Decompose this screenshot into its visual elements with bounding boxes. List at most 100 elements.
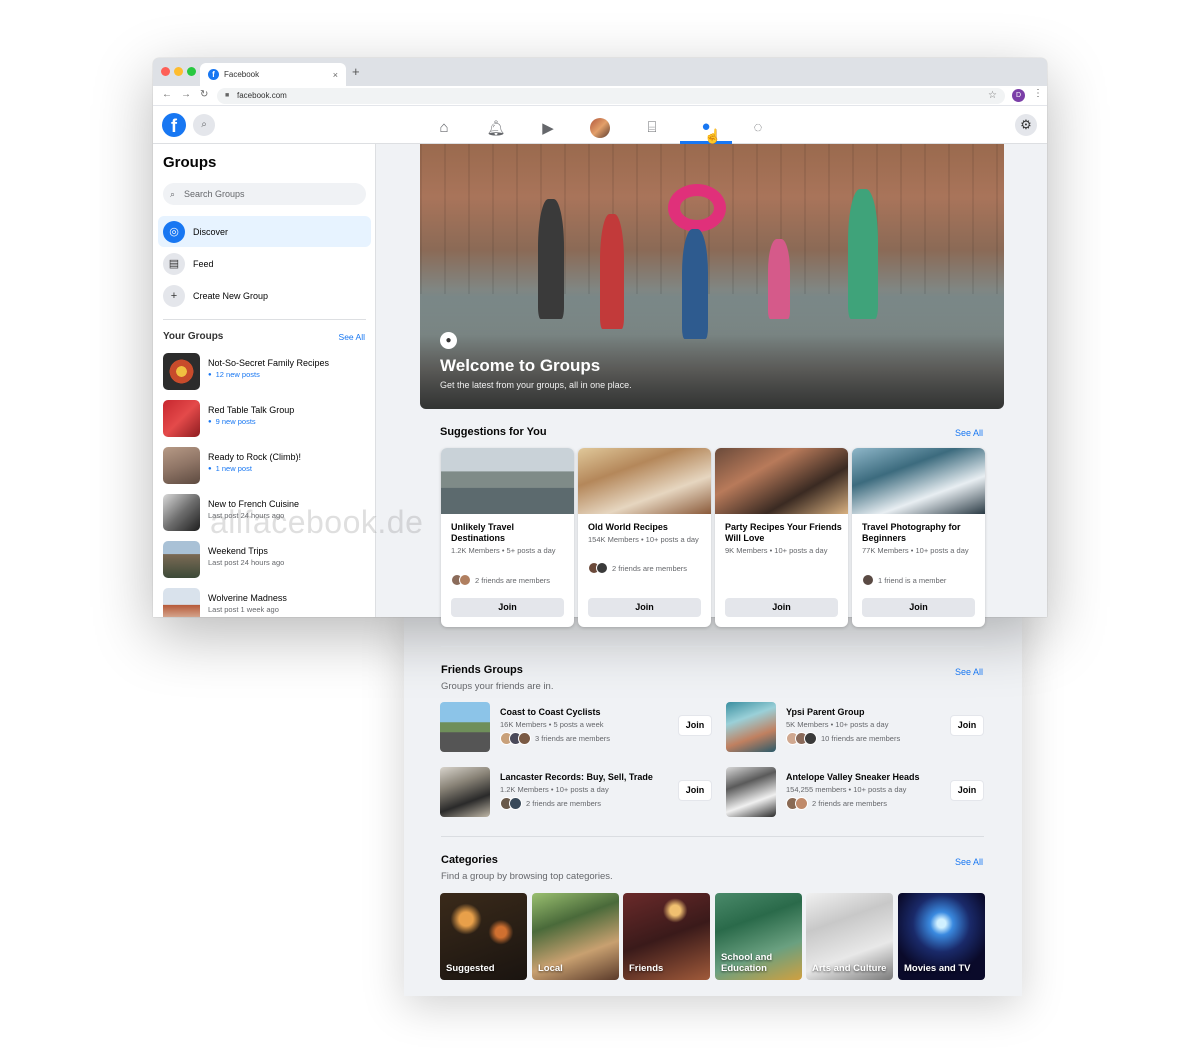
group-name: Wolverine Madness: [208, 593, 287, 603]
friends-group-item[interactable]: Antelope Valley Sneaker Heads 154,255 me…: [726, 767, 984, 817]
group-meta: 154,255 members • 10+ posts a day: [786, 785, 907, 794]
feed-icon: ▤: [163, 252, 185, 275]
hero-pool-float: [668, 184, 726, 232]
group-meta: 16K Members • 5 posts a week: [500, 720, 604, 729]
watermark-text: allfacebook.de: [210, 504, 424, 540]
your-group-item[interactable]: Red Table Talk Group 9 new posts: [163, 400, 373, 438]
back-icon[interactable]: ←: [162, 89, 172, 100]
category-suggested[interactable]: Suggested: [440, 893, 527, 980]
card-image: [578, 448, 711, 514]
your-group-item[interactable]: Ready to Rock (Climb)! 1 new post: [163, 447, 373, 485]
minimize-window-button[interactable]: [174, 67, 183, 76]
group-name: Lancaster Records: Buy, Sell, Trade: [500, 772, 653, 782]
friend-avatar: [596, 562, 608, 574]
group-meta: Last post 24 hours ago: [208, 558, 285, 567]
your-group-item[interactable]: Wolverine Madness Last post 1 week ago: [163, 588, 373, 617]
join-button[interactable]: Join: [678, 715, 712, 736]
hero-person: [848, 189, 878, 319]
group-name: Ready to Rock (Climb)!: [208, 452, 302, 462]
group-friends-text: 10 friends are members: [821, 734, 901, 743]
settings-gear-icon[interactable]: ⚙: [1015, 114, 1037, 136]
suggestion-card[interactable]: Old World Recipes 154K Members • 10+ pos…: [578, 448, 711, 627]
maximize-window-button[interactable]: [187, 67, 196, 76]
group-meta: 1 new post: [208, 464, 252, 473]
join-button[interactable]: Join: [725, 598, 838, 617]
friend-avatar: [509, 797, 522, 810]
join-button[interactable]: Join: [950, 715, 984, 736]
category-label: School and Education: [721, 952, 773, 974]
hero-person: [538, 199, 564, 319]
groups-sidebar: Groups ⌕ Search Groups ◎ Discover ▤ Feed…: [153, 144, 376, 617]
home-icon[interactable]: ⌂: [418, 111, 470, 144]
category-label: Local: [538, 963, 563, 974]
group-name: Coast to Coast Cyclists: [500, 707, 601, 717]
card-image: [715, 448, 848, 514]
search-placeholder: Search Groups: [184, 189, 245, 199]
facebook-logo[interactable]: f: [162, 113, 186, 137]
screenshot-stage: f Facebook × + ← → ↻ ■ facebook.com ☆ D …: [0, 0, 1200, 1063]
group-friends-text: 2 friends are members: [526, 799, 602, 808]
new-tab-button[interactable]: +: [352, 64, 360, 79]
group-friends: 2 friends are members: [786, 797, 887, 810]
group-friends: 3 friends are members: [500, 732, 610, 745]
group-meta: 9 new posts: [208, 417, 256, 426]
marketplace-icon[interactable]: ⌸: [626, 111, 678, 144]
friends-group-item[interactable]: Lancaster Records: Buy, Sell, Trade 1.2K…: [440, 767, 712, 817]
category-arts-culture[interactable]: Arts and Culture: [806, 893, 893, 980]
group-name: Red Table Talk Group: [208, 405, 295, 415]
watch-icon[interactable]: ▶: [522, 111, 574, 144]
your-group-item[interactable]: Weekend Trips Last post 24 hours ago: [163, 541, 373, 579]
category-local[interactable]: Local: [532, 893, 619, 980]
friends-group-item[interactable]: Coast to Coast Cyclists 16K Members • 5 …: [440, 702, 712, 752]
bookmark-star-icon[interactable]: ☆: [988, 88, 997, 104]
profile-avatar-nav[interactable]: [574, 111, 626, 144]
forward-icon[interactable]: →: [181, 89, 191, 100]
category-school-education[interactable]: School and Education: [715, 893, 802, 980]
section-divider: [441, 646, 984, 647]
url-field[interactable]: ■ facebook.com ☆: [217, 88, 1005, 104]
reload-icon[interactable]: ↻: [200, 89, 208, 100]
category-movies-tv[interactable]: Movies and TV: [898, 893, 985, 980]
browser-tab[interactable]: f Facebook ×: [200, 63, 346, 86]
suggestions-see-all-link[interactable]: See All: [955, 428, 983, 438]
suggestion-card[interactable]: Travel Photography for Beginners 77K Mem…: [852, 448, 985, 627]
categories-subtitle: Find a group by browsing top categories.: [441, 871, 613, 882]
hero-subtitle: Get the latest from your groups, all in …: [440, 380, 632, 390]
join-button[interactable]: Join: [950, 780, 984, 801]
friends-groups-see-all-link[interactable]: See All: [955, 667, 983, 677]
card-meta: 9K Members • 10+ posts a day: [725, 546, 828, 555]
join-button[interactable]: Join: [451, 598, 564, 617]
tab-close-icon[interactable]: ×: [333, 70, 338, 80]
browser-profile-avatar[interactable]: D: [1012, 89, 1025, 102]
sidebar-item-discover[interactable]: ◎ Discover: [158, 216, 371, 247]
suggestion-card[interactable]: Party Recipes Your Friends Will Love 9K …: [715, 448, 848, 627]
card-title: Party Recipes Your Friends Will Love: [725, 522, 842, 543]
sidebar-item-label: Create New Group: [193, 290, 269, 301]
your-groups-see-all-link[interactable]: See All: [339, 332, 365, 342]
group-thumbnail: [163, 447, 200, 484]
friends-group-item[interactable]: Ypsi Parent Group 5K Members • 10+ posts…: [726, 702, 984, 752]
browser-menu-icon[interactable]: ⋮: [1033, 88, 1043, 99]
close-window-button[interactable]: [161, 67, 170, 76]
header-search-icon[interactable]: ⌕: [193, 114, 215, 136]
join-button[interactable]: Join: [862, 598, 975, 617]
suggestion-card[interactable]: Unlikely Travel Destinations 1.2K Member…: [441, 448, 574, 627]
your-group-item[interactable]: Not-So-Secret Family Recipes 12 new post…: [163, 353, 373, 391]
search-groups-input[interactable]: ⌕ Search Groups: [163, 183, 366, 205]
url-text: facebook.com: [237, 91, 287, 100]
notifications-icon[interactable]: 🔔︎: [470, 111, 522, 144]
card-title: Travel Photography for Beginners: [862, 522, 961, 543]
group-thumbnail: [440, 702, 490, 752]
categories-see-all-link[interactable]: See All: [955, 857, 983, 867]
discover-icon: ◎: [163, 220, 185, 243]
card-friends-text: 1 friend is a member: [878, 575, 947, 585]
sidebar-item-feed[interactable]: ▤ Feed: [158, 248, 371, 279]
sidebar-item-create-group[interactable]: + Create New Group: [158, 280, 371, 311]
lock-icon: ■: [225, 92, 230, 99]
card-meta: 77K Members • 10+ posts a day: [862, 546, 969, 555]
join-button[interactable]: Join: [678, 780, 712, 801]
join-button[interactable]: Join: [588, 598, 701, 617]
category-friends[interactable]: Friends: [623, 893, 710, 980]
messenger-icon[interactable]: ◌: [732, 111, 784, 144]
group-friends: 2 friends are members: [500, 797, 601, 810]
